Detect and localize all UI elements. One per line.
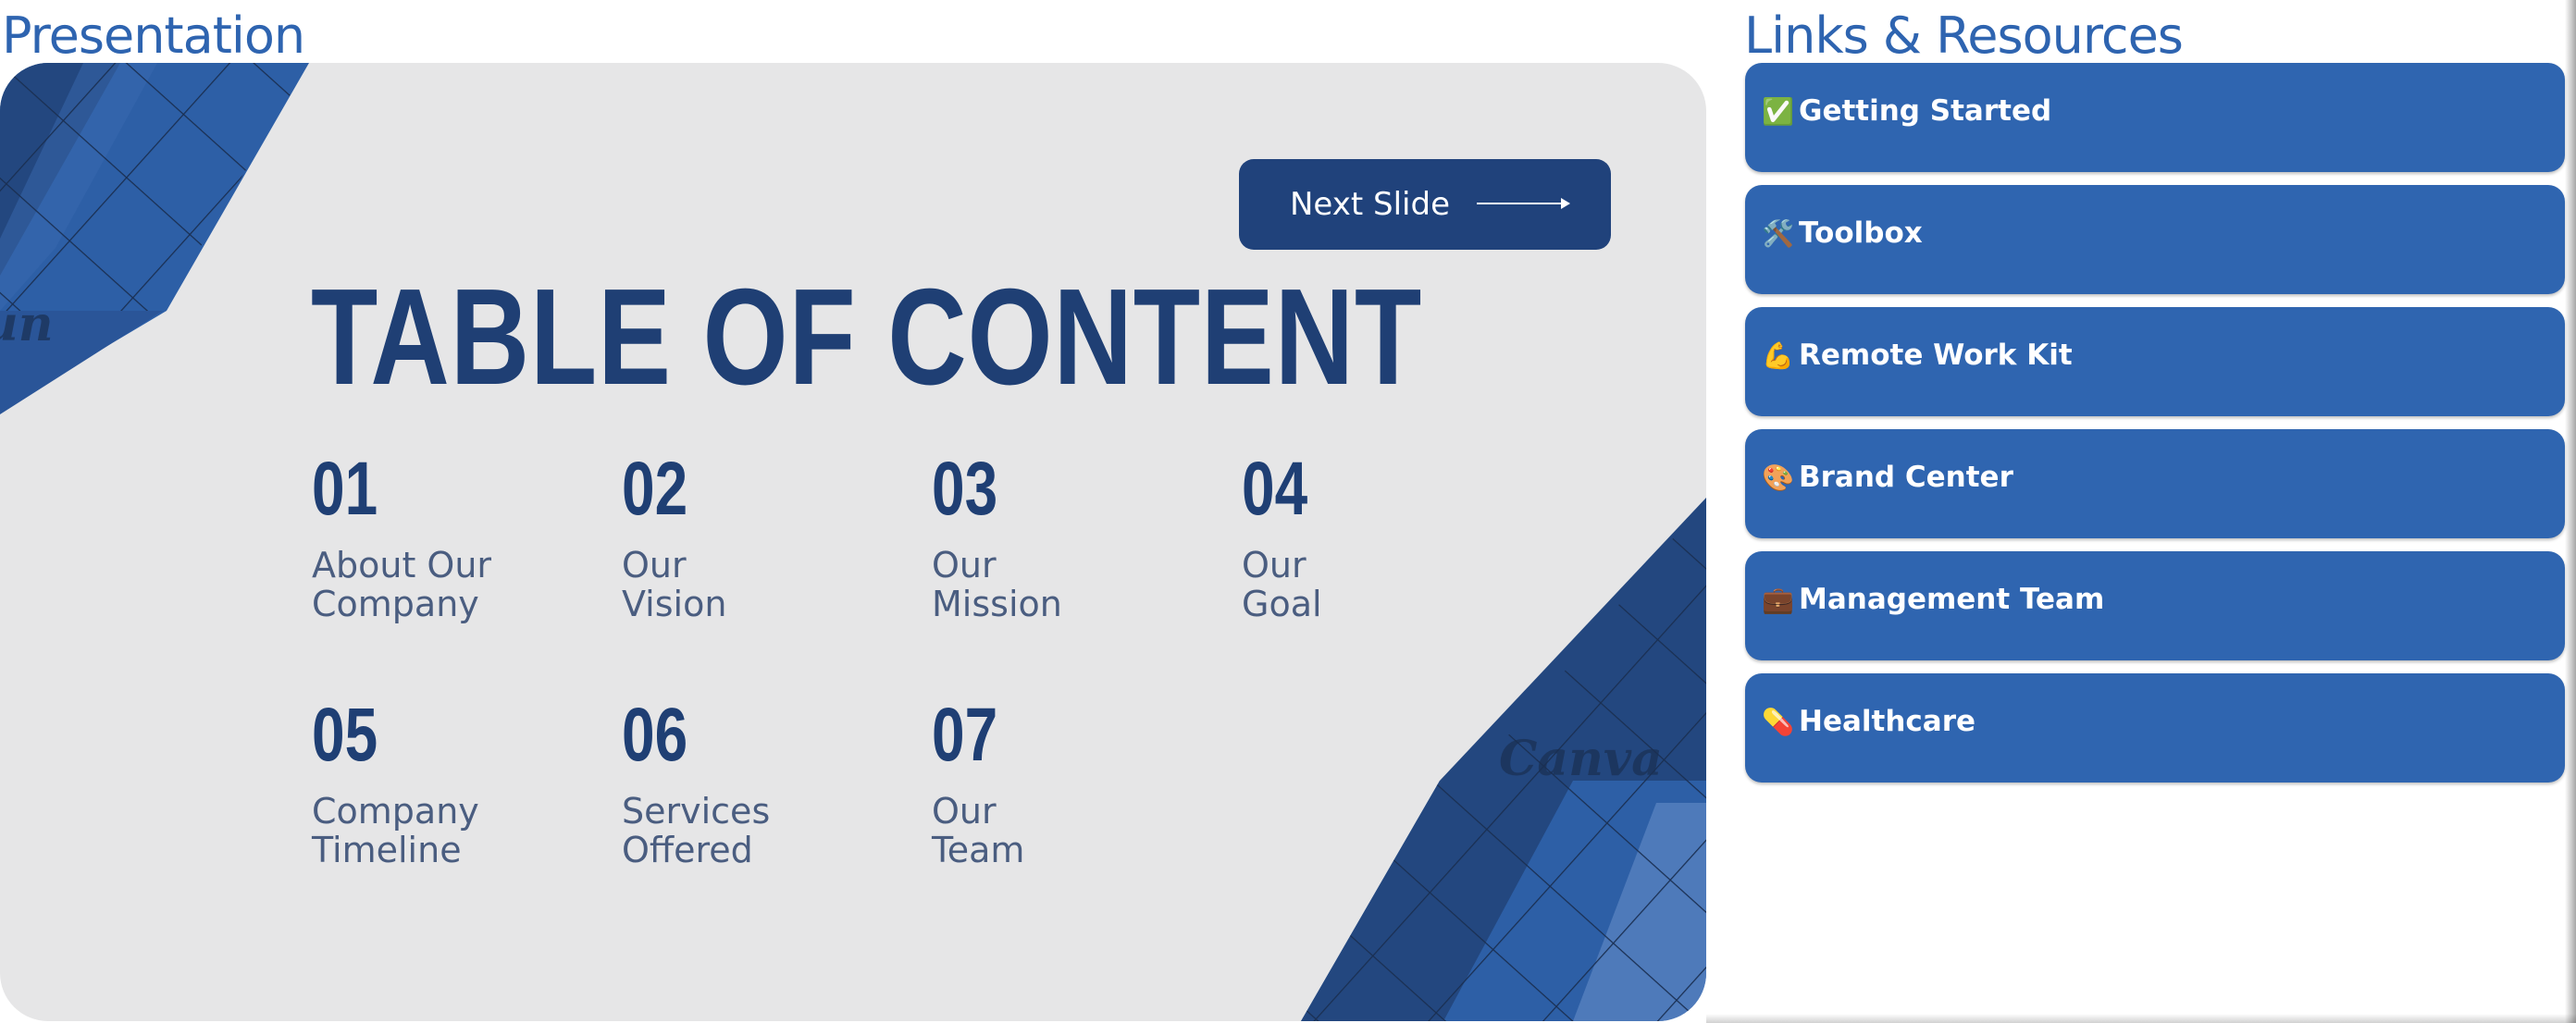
watermark-text-bottom: Canva [1499,731,1663,787]
toc-item-02[interactable]: 02 Our Vision [622,447,918,624]
toc-label: Our Team [932,791,1025,870]
toc-item-06[interactable]: 06 Services Offered [622,693,918,870]
toc-number: 02 [622,447,688,531]
pill-icon: 💊 [1762,707,1794,737]
toc-item-05[interactable]: 05 Company Timeline [312,693,608,870]
slide-heading: TABLE OF CONTENT [311,261,1423,413]
link-toolbox[interactable]: 🛠️ Toolbox [1745,185,2565,294]
toc-label: Our Vision [622,545,727,624]
toc-item-01[interactable]: 01 About Our Company [312,447,608,624]
palette-icon: 🎨 [1762,462,1794,493]
muscle-icon: 💪 [1762,340,1794,371]
toolbox-icon: 🛠️ [1762,218,1794,249]
link-management-team[interactable]: 💼 Management Team [1745,551,2565,660]
toc-number: 06 [622,693,688,777]
toc-item-04[interactable]: 04 Our Goal [1242,447,1538,624]
link-label: Management Team [1799,583,2105,616]
link-label: Healthcare [1799,705,1976,738]
toc-label: Company Timeline [312,791,479,870]
watermark-text-top: un [0,296,54,352]
arrow-right-icon [1477,198,1570,209]
briefcase-icon: 💼 [1762,585,1794,615]
next-slide-label: Next Slide [1290,186,1450,223]
window-edge-shadow [2565,0,2576,1023]
presentation-section-title: Presentation [2,6,305,65]
link-brand-center[interactable]: 🎨 Brand Center [1745,429,2565,538]
link-label: Remote Work Kit [1799,339,2073,372]
check-icon: ✅ [1762,96,1794,127]
link-getting-started[interactable]: ✅ Getting Started [1745,63,2565,172]
toc-number: 07 [932,693,998,777]
link-label: Getting Started [1799,94,2052,128]
link-healthcare[interactable]: 💊 Healthcare [1745,673,2565,783]
toc-label: Our Goal [1242,545,1322,624]
bottom-edge-shadow [1706,1014,2576,1023]
link-label: Brand Center [1799,461,2013,494]
link-label: Toolbox [1799,216,1923,250]
toc-number: 04 [1242,447,1308,531]
links-list: ✅ Getting Started 🛠️ Toolbox 💪 Remote Work … [1745,63,2565,795]
toc-label: Our Mission [932,545,1062,624]
toc-item-07[interactable]: 07 Our Team [932,693,1228,870]
presentation-slide[interactable]: un Canva TABLE OF CONTENT Next Slide 01 … [0,63,1706,1021]
link-remote-work-kit[interactable]: 💪 Remote Work Kit [1745,307,2565,416]
toc-number: 01 [312,447,378,531]
toc-label: Services Offered [622,791,771,870]
toc-label: About Our Company [312,545,492,624]
toc-number: 03 [932,447,998,531]
toc-item-03[interactable]: 03 Our Mission [932,447,1228,624]
toc-number: 05 [312,693,378,777]
next-slide-button[interactable]: Next Slide [1239,159,1611,250]
links-section-title: Links & Resources [1744,6,2184,65]
